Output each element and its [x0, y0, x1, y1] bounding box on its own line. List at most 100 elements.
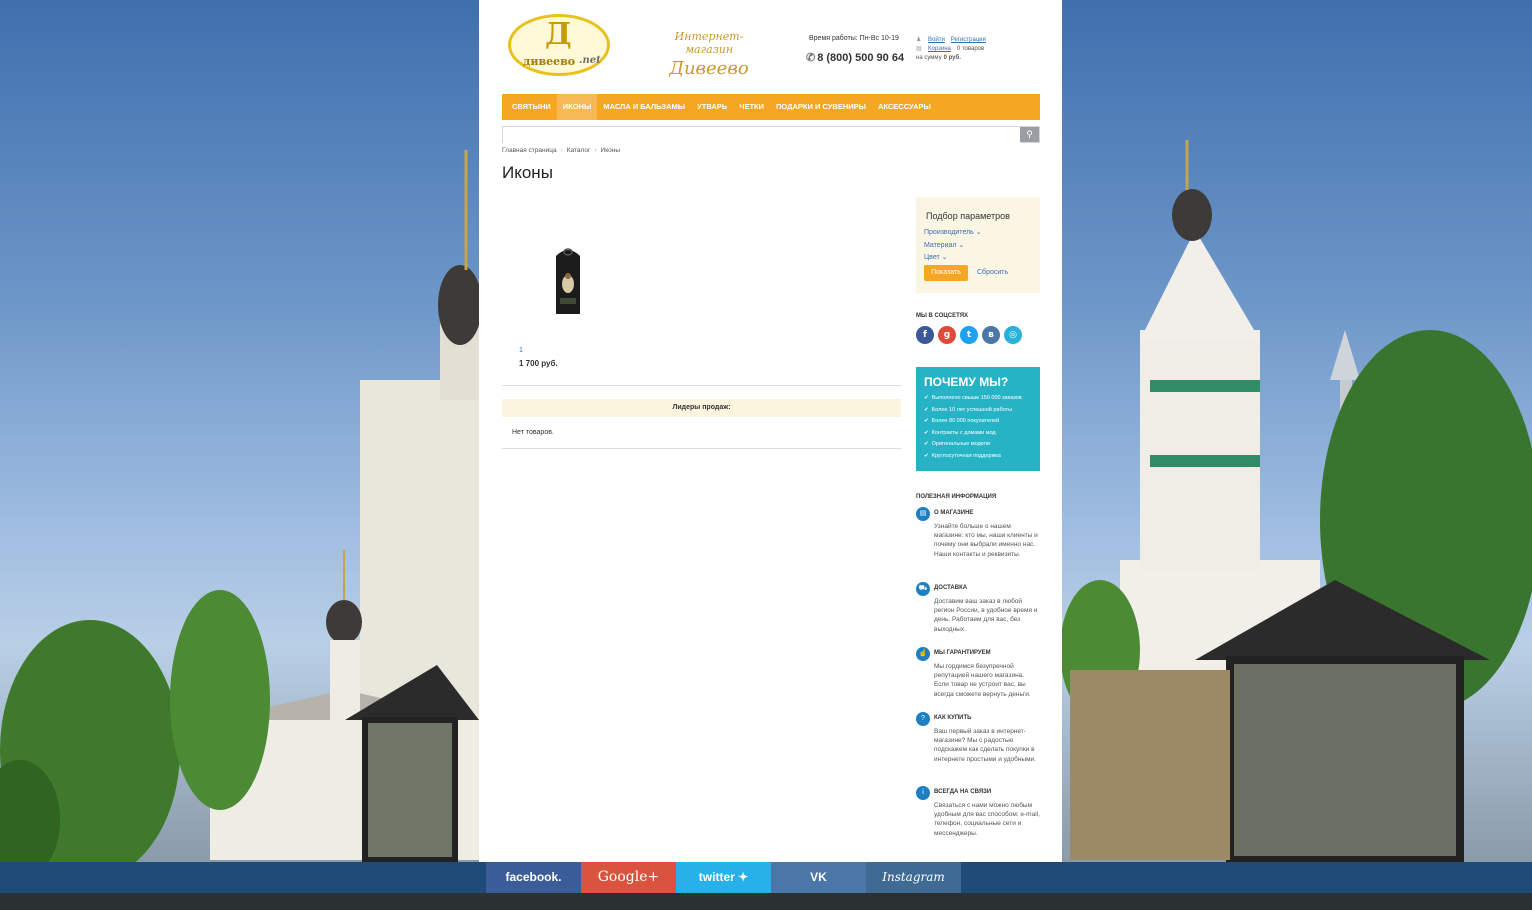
check-icon: ✔ [924, 441, 929, 447]
why-us-item-text: Выполнено свыше 150 000 заказов [931, 395, 1022, 401]
phone-text: 8 (800) 500 90 64 [817, 52, 905, 64]
nav-item-masla[interactable]: МАСЛА И БАЛЬЗАМЫ [597, 94, 691, 120]
user-icon: ♟ [916, 37, 922, 43]
truck-icon: ⛟ [916, 582, 930, 596]
chevron-down-icon: ⌄ [975, 229, 982, 236]
nav-item-chetki[interactable]: ЧЕТКИ [733, 94, 770, 120]
why-us-item: ✔ Круглосуточная поддержка [924, 451, 1040, 463]
page-container: Д дивеево .net Интернет-магазин Дивеево … [479, 0, 1062, 862]
cart-icon: ▤ [916, 507, 930, 521]
breadcrumb-separator: › [594, 147, 597, 154]
check-icon: ✔ [924, 406, 929, 413]
search-button[interactable]: ⚲ [1020, 127, 1039, 142]
nav-item-utvar[interactable]: УТВАРЬ [691, 94, 733, 120]
info-title: О МАГАЗИНЕ [934, 510, 974, 516]
search-bar: ⚲ [502, 126, 1040, 145]
logo-tld: .net [579, 55, 601, 66]
why-us-item-text: Более 80 000 покупателей [931, 418, 1000, 424]
chevron-down-icon: ⌄ [958, 242, 965, 249]
search-icon: ⚲ [1026, 129, 1033, 139]
why-us-panel: ПОЧЕМУ МЫ? ✔ Выполнено свыше 150 000 зака… [916, 367, 1040, 471]
filter-reset-link[interactable]: Сбросить [977, 269, 1008, 276]
account-panel: ♟ Войти Регистрация ▤ Корзина 0 товаров … [916, 36, 986, 63]
shop-name-line1: Интернет-магазин [674, 30, 744, 56]
product-image[interactable] [552, 244, 584, 316]
facebook-icon[interactable]: f [916, 326, 934, 344]
info-label: ПОЛЕЗНАЯ ИНФОРМАЦИЯ [916, 494, 997, 500]
search-input[interactable] [503, 130, 1021, 145]
cart-link[interactable]: Корзина [928, 45, 951, 54]
logo-site: дивеево [523, 55, 576, 68]
bestsellers-header: Лидеры продаж: [502, 399, 901, 417]
why-us-item-text: Более 10 лет успешной работы [931, 406, 1013, 413]
filter-material[interactable]: Материал ⌄ [924, 241, 964, 249]
why-us-item: ✔ Более 10 лет успешной работы [924, 405, 1040, 417]
filter-manufacturer[interactable]: Производитель ⌄ [924, 228, 982, 236]
social-label: МЫ В СОЦСЕТЯХ [916, 313, 969, 319]
main-nav: СВЯТЫНИ ИКОНЫ МАСЛА И БАЛЬЗАМЫ УТВАРЬ ЧЕ… [502, 94, 1040, 120]
social-icons: f g t в ◎ [916, 326, 1022, 344]
filter-title: Подбор параметров [926, 211, 1010, 221]
working-hours: Время работы: Пн-Вс 10-19 [809, 35, 899, 42]
product-name[interactable]: 1 [519, 347, 523, 354]
info-title: КАК КУПИТЬ [934, 715, 972, 721]
twitter-icon[interactable]: t [960, 326, 978, 344]
instagram-icon[interactable]: ◎ [1004, 326, 1022, 344]
divider [502, 385, 901, 386]
share-facebook-button[interactable]: facebook. [486, 862, 581, 893]
check-icon: ✔ [924, 429, 929, 436]
info-text: Ваш первый заказ в интернет-магазине? Мы… [934, 728, 1036, 763]
cart-sum-label: на сумму [916, 55, 942, 61]
filter-color-label: Цвет [924, 254, 940, 261]
filter-manufacturer-label: Производитель [924, 229, 974, 236]
logo-letter: Д [545, 17, 572, 52]
why-us-item: ✔ Оригинальные модели [924, 439, 1040, 451]
why-us-title: ПОЧЕМУ МЫ? [924, 375, 1009, 389]
cart-sum: 0 руб. [943, 55, 961, 61]
nav-item-podarki[interactable]: ПОДАРКИ И СУВЕНИРЫ [770, 94, 872, 120]
vk-icon[interactable]: в [982, 326, 1000, 344]
google-plus-icon[interactable]: g [938, 326, 956, 344]
info-text: Связаться с нами можно любым удобным для… [934, 802, 1040, 837]
phone-number[interactable]: ✆ 8 (800) 500 90 64 [806, 51, 904, 64]
nav-item-aksessuary[interactable]: АКСЕССУАРЫ [872, 94, 937, 120]
why-us-item: ✔ Более 80 000 покупателей [924, 416, 1040, 428]
why-us-item-text: Оригинальные модели [931, 441, 990, 447]
shop-name-line2: Дивеево [669, 58, 749, 79]
breadcrumb-separator: › [560, 147, 563, 154]
breadcrumb-home[interactable]: Главная страница [502, 147, 557, 154]
share-vk-button[interactable]: VK [771, 862, 866, 893]
why-us-item: ✔ Контракты с домами мод [924, 428, 1040, 440]
site-logo[interactable]: Д дивеево .net [508, 14, 610, 76]
share-twitter-label: twitter [698, 870, 735, 884]
share-instagram-button[interactable]: Instagram [866, 862, 961, 893]
share-google-plus-button[interactable]: Google+ [581, 862, 676, 893]
footer-strip [0, 893, 1532, 910]
check-icon: ✔ [924, 418, 929, 424]
info-icon: i [916, 786, 930, 800]
bestsellers-empty: Нет товаров. [512, 429, 554, 436]
filter-material-label: Материал [924, 242, 957, 249]
filter-color[interactable]: Цвет ⌄ [924, 253, 948, 261]
breadcrumb: Главная страница › Каталог › Иконы [502, 147, 620, 154]
product-price: 1 700 руб. [519, 359, 558, 368]
login-link[interactable]: Войти [928, 36, 945, 45]
check-icon: ✔ [924, 395, 929, 401]
share-twitter-button[interactable]: twitter ✦ [676, 862, 771, 893]
twitter-bird-icon: ✦ [738, 870, 749, 884]
breadcrumb-catalog[interactable]: Каталог [567, 147, 591, 154]
nav-item-ikony[interactable]: ИКОНЫ [556, 94, 598, 120]
filter-show-button[interactable]: Показать [924, 265, 968, 281]
nav-item-svyatyni[interactable]: СВЯТЫНИ [506, 94, 557, 120]
filter-panel: Подбор параметров Производитель ⌄ Матери… [916, 197, 1040, 293]
why-us-item: ✔ Выполнено свыше 150 000 заказов [924, 393, 1040, 405]
thumbs-up-icon: ☝ [916, 647, 930, 661]
cart-count: 0 товаров [956, 46, 985, 52]
cart-icon: ▤ [916, 46, 922, 52]
chevron-down-icon: ⌄ [941, 254, 948, 261]
info-text: Узнайте больше о нашем магазине: кто мы,… [934, 523, 1038, 558]
info-title: ДОСТАВКА [934, 585, 968, 591]
info-title: ВСЕГДА НА СВЯЗИ [934, 789, 992, 795]
check-icon: ✔ [924, 452, 929, 459]
register-link[interactable]: Регистрация [951, 36, 986, 45]
